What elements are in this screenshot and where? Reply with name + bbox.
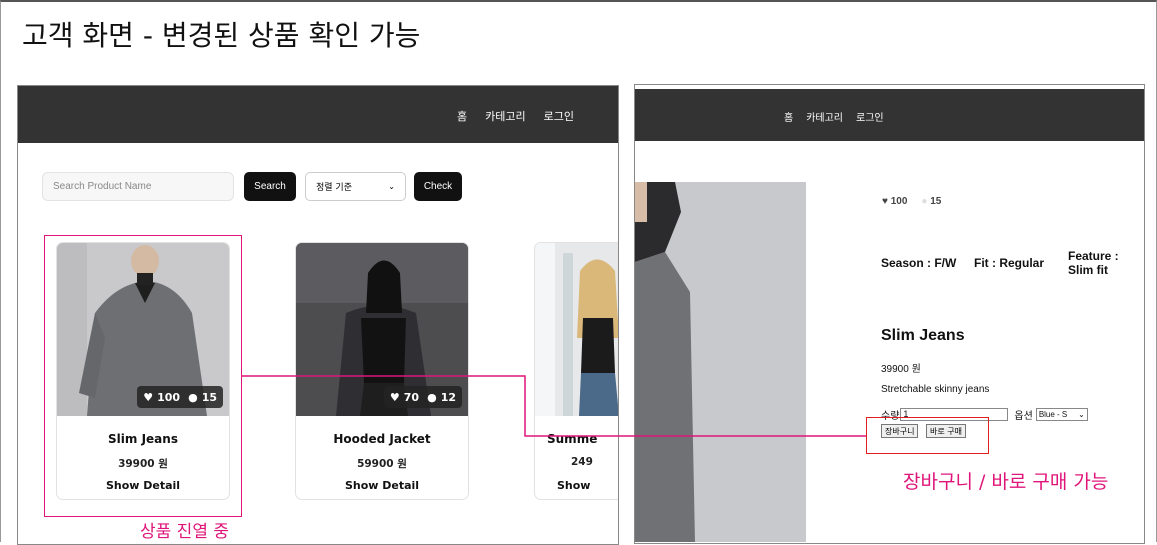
connector-line (242, 375, 866, 437)
